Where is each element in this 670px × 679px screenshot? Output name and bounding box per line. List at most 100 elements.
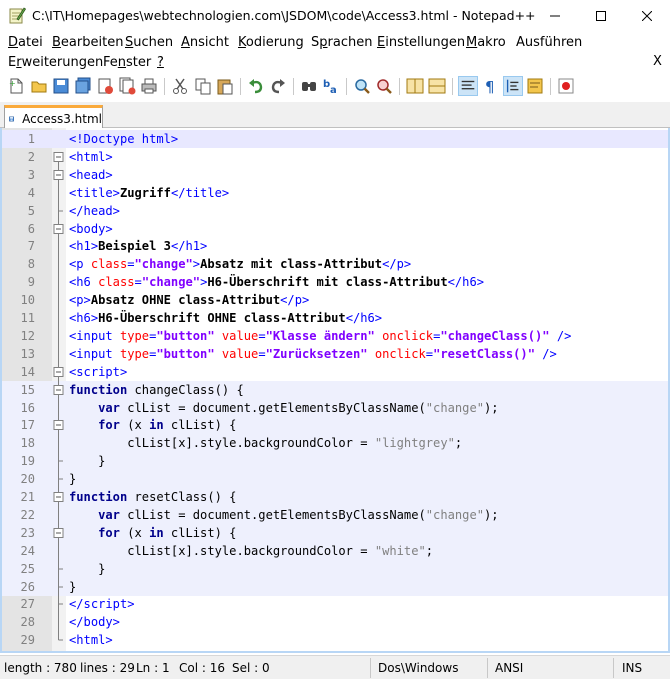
code-line[interactable]: 18 clList[x].style.backgroundColor = "li… [2, 434, 668, 453]
code-line[interactable]: 3 <head> [2, 165, 668, 184]
line-number: 7 [27, 239, 35, 254]
tab-access3-html[interactable]: Access3.html [4, 105, 103, 129]
undo-icon[interactable] [246, 76, 266, 96]
word-wrap-icon[interactable] [458, 76, 478, 96]
code-line[interactable]: 5 </head> [2, 201, 668, 220]
close-window-button[interactable] [624, 0, 670, 31]
code-text: <title>Zugriff</title> [69, 185, 230, 200]
code-line[interactable]: 6 <body> [2, 219, 668, 238]
line-number: 29 [20, 633, 35, 648]
code-line[interactable]: 21 function resetClass() { [2, 488, 668, 506]
menu-bar: Datei Bearbeiten Suchen Ansicht Kodierun… [0, 33, 670, 53]
menu-sprachen[interactable]: Sprachen [311, 35, 372, 50]
zoom-in-icon[interactable] [352, 76, 372, 96]
paste-icon[interactable] [215, 76, 235, 96]
sync-vertical-icon[interactable] [405, 76, 425, 96]
close-document-button[interactable]: X [653, 54, 662, 69]
minimize-button[interactable] [532, 0, 578, 31]
fold-line-icon [58, 613, 59, 632]
menu-ansicht[interactable]: Ansicht [181, 35, 229, 50]
code-line[interactable]: 8 <p class="change">Absatz mit class-Attr… [2, 255, 668, 274]
fold-toggle-icon[interactable] [53, 165, 64, 184]
menu-bearbeiten[interactable]: Bearbeiten [52, 35, 123, 50]
code-line[interactable]: 27 </script> [2, 595, 668, 614]
redo-icon[interactable] [268, 76, 288, 96]
tab-label: Access3.html [22, 111, 102, 126]
code-line[interactable]: 26} [2, 577, 668, 596]
code-editor[interactable]: 1 <!Doctype html> 2 <html> 3 <head> 4 <title>Zu… [0, 128, 670, 653]
code-line[interactable]: 13 <input type="button" value="Zurücksetz… [2, 344, 668, 363]
open-file-icon[interactable] [29, 76, 49, 96]
menu-datei[interactable]: Datei [8, 35, 43, 50]
menu-erweiterungen[interactable]: Erweiterungen [8, 55, 103, 70]
status-col: Col : 16 [179, 661, 225, 675]
code-text: <h6 class="change">H6-Überschrift mit cl… [69, 275, 485, 290]
menu-help[interactable]: ? [157, 55, 164, 70]
line-number: 2 [27, 149, 35, 164]
code-line[interactable]: 19 } [2, 452, 668, 471]
code-line[interactable]: 4 <title>Zugriff</title> [2, 183, 668, 202]
fold-toggle-icon[interactable] [53, 148, 64, 166]
code-line[interactable]: 16 var clList = document.getElementsByCl… [2, 398, 668, 417]
print-icon[interactable] [139, 76, 159, 96]
code-line[interactable]: 28 </body> [2, 613, 668, 632]
code-line[interactable]: 25 } [2, 559, 668, 578]
code-line[interactable]: 11 <h6>H6-Überschrift OHNE class-Attribut… [2, 309, 668, 327]
replace-icon[interactable]: ba [321, 76, 341, 96]
code-line[interactable]: 1 <!Doctype html> [2, 130, 668, 148]
line-number: 21 [20, 490, 35, 504]
cut-icon[interactable] [170, 76, 190, 96]
code-line[interactable]: 14 <script> [2, 362, 668, 381]
menu-ausfuehren[interactable]: Ausführen [516, 35, 582, 50]
fold-line-icon [58, 255, 59, 274]
code-line[interactable]: 12 <input type="button" value="Klasse änd… [2, 326, 668, 345]
sync-horizontal-icon[interactable] [427, 76, 447, 96]
fold-toggle-icon[interactable] [53, 416, 64, 435]
menu-einstellungen[interactable]: Einstellungen [377, 35, 465, 50]
fold-end-icon [58, 201, 63, 220]
doc-map-icon[interactable] [525, 76, 545, 96]
fold-end-icon [58, 577, 63, 596]
show-all-chars-icon[interactable]: ¶ [480, 76, 500, 96]
code-line[interactable]: 17 for (x in clList) { [2, 416, 668, 435]
code-line[interactable]: 9 <h6 class="change">H6-Überschrift mit c… [2, 273, 668, 292]
toolbar-separator [399, 78, 400, 95]
code-line[interactable]: 2 <html> [2, 148, 668, 166]
save-icon[interactable] [51, 76, 71, 96]
new-file-icon[interactable]: + [6, 76, 26, 96]
record-macro-icon[interactable] [556, 76, 576, 96]
code-line[interactable]: 24 clList[x].style.backgroundColor = "wh… [2, 541, 668, 560]
maximize-button[interactable] [578, 0, 624, 31]
code-text: <h1>Beispiel 3</h1> [69, 239, 208, 254]
menu-suchen[interactable]: Suchen [125, 35, 173, 50]
code-line[interactable]: 22 var clList = document.getElementsByCl… [2, 505, 668, 524]
menu-makro[interactable]: Makro [466, 35, 506, 50]
code-line[interactable]: 20} [2, 470, 668, 489]
zoom-out-icon[interactable] [374, 76, 394, 96]
find-icon[interactable] [299, 76, 319, 96]
code-line[interactable]: 7 <h1>Beispiel 3</h1> [2, 237, 668, 256]
close-file-icon[interactable] [95, 76, 115, 96]
indent-guide-icon[interactable] [503, 76, 523, 96]
code-line[interactable]: 15 function changeClass() { [2, 380, 668, 399]
close-all-icon[interactable] [117, 76, 137, 96]
fold-toggle-icon[interactable] [53, 380, 64, 399]
fold-line-icon [58, 309, 59, 327]
code-text: function changeClass() { [69, 382, 244, 397]
save-all-icon[interactable] [73, 76, 93, 96]
menu-kodierung[interactable]: Kodierung [238, 35, 304, 50]
code-text: function resetClass() { [69, 490, 237, 504]
line-number: 3 [27, 167, 35, 182]
code-line[interactable]: 23 for (x in clList) { [2, 523, 668, 542]
toolbar-separator [240, 78, 241, 95]
menu-fenster[interactable]: Fenster [103, 55, 151, 70]
fold-toggle-icon[interactable] [53, 219, 64, 238]
copy-icon[interactable] [193, 76, 213, 96]
fold-line-icon [58, 326, 59, 345]
code-line[interactable]: 10 <p>Absatz OHNE class-Attribut</p> [2, 291, 668, 310]
fold-toggle-icon[interactable] [53, 523, 64, 542]
notepadpp-logo-icon [9, 7, 26, 24]
fold-toggle-icon[interactable] [53, 362, 64, 381]
fold-toggle-icon[interactable] [53, 488, 64, 506]
code-line[interactable]: 29 <html> [2, 631, 668, 649]
